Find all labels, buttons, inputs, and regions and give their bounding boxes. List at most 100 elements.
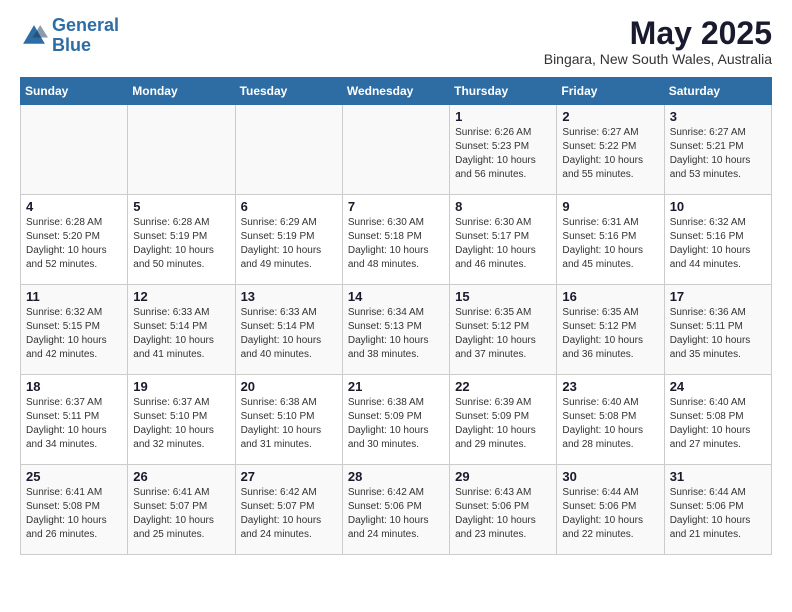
day-number: 5 bbox=[133, 199, 229, 214]
day-number: 8 bbox=[455, 199, 551, 214]
day-number: 25 bbox=[26, 469, 122, 484]
calendar-cell: 24Sunrise: 6:40 AMSunset: 5:08 PMDayligh… bbox=[664, 375, 771, 465]
calendar-cell bbox=[21, 105, 128, 195]
calendar-cell: 15Sunrise: 6:35 AMSunset: 5:12 PMDayligh… bbox=[450, 285, 557, 375]
day-info: Sunrise: 6:31 AMSunset: 5:16 PMDaylight:… bbox=[562, 216, 658, 272]
day-number: 31 bbox=[670, 469, 766, 484]
day-number: 4 bbox=[26, 199, 122, 214]
day-info: Sunrise: 6:44 AMSunset: 5:06 PMDaylight:… bbox=[670, 486, 766, 542]
calendar-cell: 1Sunrise: 6:26 AMSunset: 5:23 PMDaylight… bbox=[450, 105, 557, 195]
calendar-cell: 21 Sunrise: 6:38 AMSunset: 5:09 PMDayligh… bbox=[342, 375, 449, 465]
day-number: 11 bbox=[26, 289, 122, 304]
calendar-cell: 16 Sunrise: 6:35 AMSunset: 5:12 PMDayligh… bbox=[557, 285, 664, 375]
calendar-cell bbox=[235, 105, 342, 195]
day-number: 1 bbox=[455, 109, 551, 124]
day-number: 6 bbox=[241, 199, 337, 214]
header-thursday: Thursday bbox=[450, 78, 557, 105]
page-header: General Blue May 2025 Bingara, New South… bbox=[20, 16, 772, 67]
day-number: 28 bbox=[348, 469, 444, 484]
calendar-cell: 25 Sunrise: 6:41 AMSunset: 5:08 PMDayligh… bbox=[21, 465, 128, 555]
calendar-cell: 20 Sunrise: 6:38 AMSunset: 5:10 PMDayligh… bbox=[235, 375, 342, 465]
day-info: Sunrise: 6:34 AMSunset: 5:13 PMDaylight:… bbox=[348, 306, 444, 362]
calendar-week-3: 11Sunrise: 6:32 AMSunset: 5:15 PMDayligh… bbox=[21, 285, 772, 375]
calendar-cell: 2 Sunrise: 6:27 AMSunset: 5:22 PMDaylight… bbox=[557, 105, 664, 195]
day-number: 16 bbox=[562, 289, 658, 304]
header-wednesday: Wednesday bbox=[342, 78, 449, 105]
day-number: 17 bbox=[670, 289, 766, 304]
day-number: 3 bbox=[670, 109, 766, 124]
day-info: Sunrise: 6:30 AMSunset: 5:17 PMDaylight:… bbox=[455, 216, 551, 272]
calendar-table: SundayMondayTuesdayWednesdayThursdayFrid… bbox=[20, 77, 772, 555]
calendar-cell: 22 Sunrise: 6:39 AMSunset: 5:09 PMDayligh… bbox=[450, 375, 557, 465]
calendar-cell: 8 Sunrise: 6:30 AMSunset: 5:17 PMDaylight… bbox=[450, 195, 557, 285]
day-info: Sunrise: 6:41 AMSunset: 5:08 PMDaylight:… bbox=[26, 486, 122, 542]
calendar-cell: 5 Sunrise: 6:28 AMSunset: 5:19 PMDaylight… bbox=[128, 195, 235, 285]
day-number: 26 bbox=[133, 469, 229, 484]
day-number: 30 bbox=[562, 469, 658, 484]
calendar-cell: 11Sunrise: 6:32 AMSunset: 5:15 PMDayligh… bbox=[21, 285, 128, 375]
day-number: 14 bbox=[348, 289, 444, 304]
day-info: Sunrise: 6:29 AMSunset: 5:19 PMDaylight:… bbox=[241, 216, 337, 272]
day-info: Sunrise: 6:37 AMSunset: 5:10 PMDaylight:… bbox=[133, 396, 229, 452]
day-info: Sunrise: 6:40 AMSunset: 5:08 PMDaylight:… bbox=[562, 396, 658, 452]
day-info: Sunrise: 6:39 AMSunset: 5:09 PMDaylight:… bbox=[455, 396, 551, 452]
logo-text: General Blue bbox=[52, 16, 119, 56]
calendar-cell: 12Sunrise: 6:33 AMSunset: 5:14 PMDayligh… bbox=[128, 285, 235, 375]
day-number: 18 bbox=[26, 379, 122, 394]
calendar-cell: 26Sunrise: 6:41 AMSunset: 5:07 PMDayligh… bbox=[128, 465, 235, 555]
calendar-cell: 27 Sunrise: 6:42 AMSunset: 5:07 PMDayligh… bbox=[235, 465, 342, 555]
calendar-cell: 13Sunrise: 6:33 AMSunset: 5:14 PMDayligh… bbox=[235, 285, 342, 375]
calendar-cell: 19Sunrise: 6:37 AMSunset: 5:10 PMDayligh… bbox=[128, 375, 235, 465]
title-block: May 2025 Bingara, New South Wales, Austr… bbox=[544, 16, 772, 67]
day-info: Sunrise: 6:37 AMSunset: 5:11 PMDaylight:… bbox=[26, 396, 122, 452]
day-number: 22 bbox=[455, 379, 551, 394]
day-number: 29 bbox=[455, 469, 551, 484]
month-title: May 2025 bbox=[544, 16, 772, 51]
calendar-cell: 14 Sunrise: 6:34 AMSunset: 5:13 PMDayligh… bbox=[342, 285, 449, 375]
day-info: Sunrise: 6:28 AMSunset: 5:20 PMDaylight:… bbox=[26, 216, 122, 272]
day-info: Sunrise: 6:32 AMSunset: 5:16 PMDaylight:… bbox=[670, 216, 766, 272]
day-info: Sunrise: 6:28 AMSunset: 5:19 PMDaylight:… bbox=[133, 216, 229, 272]
calendar-cell: 30 Sunrise: 6:44 AMSunset: 5:06 PMDayligh… bbox=[557, 465, 664, 555]
day-info: Sunrise: 6:35 AMSunset: 5:12 PMDaylight:… bbox=[455, 306, 551, 362]
calendar-week-1: 1Sunrise: 6:26 AMSunset: 5:23 PMDaylight… bbox=[21, 105, 772, 195]
calendar-header-row: SundayMondayTuesdayWednesdayThursdayFrid… bbox=[21, 78, 772, 105]
header-friday: Friday bbox=[557, 78, 664, 105]
day-number: 2 bbox=[562, 109, 658, 124]
header-monday: Monday bbox=[128, 78, 235, 105]
day-info: Sunrise: 6:36 AMSunset: 5:11 PMDaylight:… bbox=[670, 306, 766, 362]
day-number: 21 bbox=[348, 379, 444, 394]
calendar-cell: 28Sunrise: 6:42 AMSunset: 5:06 PMDayligh… bbox=[342, 465, 449, 555]
calendar-cell bbox=[342, 105, 449, 195]
calendar-week-2: 4 Sunrise: 6:28 AMSunset: 5:20 PMDaylight… bbox=[21, 195, 772, 285]
logo-line2: Blue bbox=[52, 35, 91, 55]
day-number: 9 bbox=[562, 199, 658, 214]
calendar-week-5: 25 Sunrise: 6:41 AMSunset: 5:08 PMDayligh… bbox=[21, 465, 772, 555]
calendar-cell: 9 Sunrise: 6:31 AMSunset: 5:16 PMDaylight… bbox=[557, 195, 664, 285]
logo-line1: General bbox=[52, 15, 119, 35]
calendar-cell: 10Sunrise: 6:32 AMSunset: 5:16 PMDayligh… bbox=[664, 195, 771, 285]
calendar-cell: 6 Sunrise: 6:29 AMSunset: 5:19 PMDaylight… bbox=[235, 195, 342, 285]
day-info: Sunrise: 6:44 AMSunset: 5:06 PMDaylight:… bbox=[562, 486, 658, 542]
day-info: Sunrise: 6:42 AMSunset: 5:07 PMDaylight:… bbox=[241, 486, 337, 542]
day-info: Sunrise: 6:35 AMSunset: 5:12 PMDaylight:… bbox=[562, 306, 658, 362]
day-number: 12 bbox=[133, 289, 229, 304]
day-info: Sunrise: 6:38 AMSunset: 5:10 PMDaylight:… bbox=[241, 396, 337, 452]
day-number: 20 bbox=[241, 379, 337, 394]
location: Bingara, New South Wales, Australia bbox=[544, 51, 772, 67]
header-tuesday: Tuesday bbox=[235, 78, 342, 105]
day-number: 23 bbox=[562, 379, 658, 394]
day-number: 13 bbox=[241, 289, 337, 304]
day-number: 24 bbox=[670, 379, 766, 394]
day-number: 7 bbox=[348, 199, 444, 214]
calendar-cell bbox=[128, 105, 235, 195]
day-info: Sunrise: 6:43 AMSunset: 5:06 PMDaylight:… bbox=[455, 486, 551, 542]
day-info: Sunrise: 6:27 AMSunset: 5:22 PMDaylight:… bbox=[562, 126, 658, 182]
day-number: 27 bbox=[241, 469, 337, 484]
logo: General Blue bbox=[20, 16, 119, 56]
logo-icon bbox=[20, 22, 48, 50]
day-info: Sunrise: 6:30 AMSunset: 5:18 PMDaylight:… bbox=[348, 216, 444, 272]
day-info: Sunrise: 6:38 AMSunset: 5:09 PMDaylight:… bbox=[348, 396, 444, 452]
calendar-cell: 7 Sunrise: 6:30 AMSunset: 5:18 PMDaylight… bbox=[342, 195, 449, 285]
calendar-cell: 23 Sunrise: 6:40 AMSunset: 5:08 PMDayligh… bbox=[557, 375, 664, 465]
